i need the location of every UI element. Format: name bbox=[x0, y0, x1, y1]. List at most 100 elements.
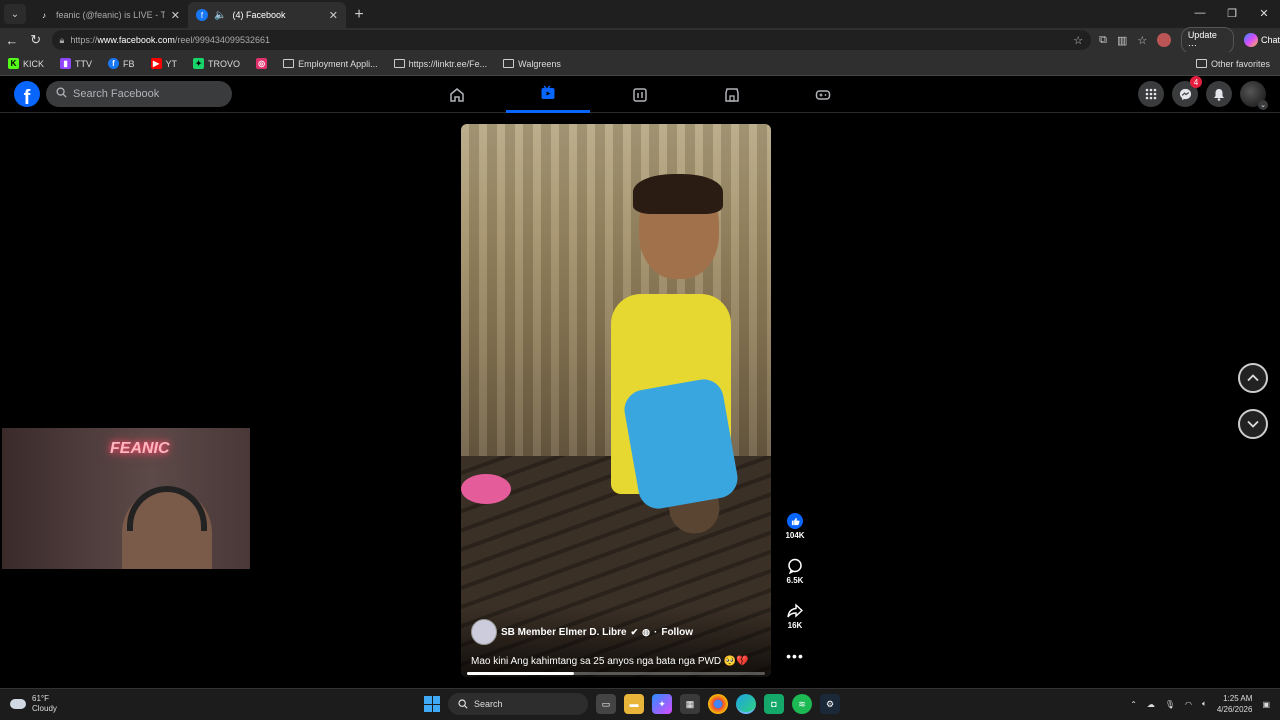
profile-avatar[interactable] bbox=[1157, 33, 1171, 47]
author-avatar[interactable] bbox=[471, 619, 497, 645]
copilot-chat-button[interactable]: Chat bbox=[1244, 33, 1280, 47]
bookmark-yt[interactable]: ▶ YT bbox=[150, 58, 177, 69]
tab-facebook[interactable]: f 🔈 (4) Facebook ✕ bbox=[188, 2, 346, 28]
nav-gaming[interactable] bbox=[781, 76, 865, 113]
bookmark-walgreens[interactable]: Walgreens bbox=[503, 59, 561, 69]
menu-button[interactable] bbox=[1138, 81, 1164, 107]
task-view-icon[interactable]: ▭ bbox=[596, 694, 616, 714]
video-icon bbox=[541, 85, 555, 99]
follow-button[interactable]: Follow bbox=[661, 627, 693, 638]
previous-reel-button[interactable] bbox=[1238, 363, 1268, 393]
neon-sign: FEANIC bbox=[110, 440, 170, 457]
refresh-icon[interactable]: ↻ bbox=[24, 32, 48, 48]
notification-icon[interactable]: ▣ bbox=[1262, 700, 1270, 709]
new-tab-button[interactable]: + bbox=[346, 2, 372, 28]
share-icon bbox=[787, 603, 803, 618]
steam-icon[interactable]: ⚙ bbox=[820, 694, 840, 714]
windows-start-icon[interactable] bbox=[424, 696, 440, 712]
nav-video[interactable] bbox=[506, 76, 590, 113]
back-icon[interactable]: ← bbox=[0, 33, 24, 48]
reel-caption: Mao kini Ang kahimtang sa 25 anyos nga b… bbox=[471, 656, 749, 667]
grid-menu-icon bbox=[1145, 88, 1157, 100]
streaming-app-icon[interactable]: ◘ bbox=[764, 694, 784, 714]
taskbar-apps: Search ▭ ▬ ✦ ▦ ◘ ≋ ⚙ bbox=[424, 693, 840, 715]
trovo-icon: ✦ bbox=[193, 58, 205, 69]
weather-widget[interactable]: 61°F Cloudy bbox=[10, 694, 57, 714]
video-progress-fill bbox=[467, 672, 575, 675]
notifications-button[interactable] bbox=[1206, 81, 1232, 107]
search-icon bbox=[56, 87, 67, 101]
bookmark-employment[interactable]: Employment Appli... bbox=[283, 59, 378, 69]
address-bar[interactable]: 🔒︎ https://www.facebook.com/reel/9994340… bbox=[51, 30, 1092, 50]
tab-tiktok[interactable]: ♪ feanic (@feanic) is LIVE - TikTok LI ✕ bbox=[30, 2, 188, 28]
bookmark-fb[interactable]: f FB bbox=[108, 58, 135, 69]
nav-feeds[interactable] bbox=[598, 76, 682, 113]
speaker-icon[interactable]: 🔈 bbox=[214, 10, 226, 21]
tab-actions-menu-button[interactable]: ⌄ bbox=[4, 4, 26, 24]
chrome-icon[interactable] bbox=[708, 694, 728, 714]
gaming-icon bbox=[815, 89, 831, 100]
favorite-star-icon[interactable]: ☆ bbox=[1073, 34, 1083, 47]
account-avatar[interactable]: ⌄ bbox=[1240, 81, 1268, 110]
onedrive-icon[interactable]: ☁ bbox=[1147, 700, 1155, 709]
chevron-down-icon bbox=[1247, 420, 1259, 428]
close-tab-icon[interactable]: ✕ bbox=[329, 9, 338, 22]
tiktok-icon: ♪ bbox=[42, 10, 46, 20]
address-toolbar: ← ↻ 🔒︎ https://www.facebook.com/reel/999… bbox=[0, 26, 1280, 54]
search-icon bbox=[458, 699, 468, 709]
bookmark-instagram[interactable]: ◎ bbox=[256, 58, 268, 69]
split-screen-icon[interactable]: ▥ bbox=[1117, 34, 1127, 47]
store-icon[interactable]: ▦ bbox=[680, 694, 700, 714]
spotify-icon[interactable]: ≋ bbox=[792, 694, 812, 714]
system-tray: ⌃ ☁ 🎙︎ ◠ 🔈︎ 1:25 AM 4/26/2026 ▣ bbox=[1130, 693, 1270, 715]
copilot-app-icon[interactable]: ✦ bbox=[652, 694, 672, 714]
video-progress-bar[interactable] bbox=[467, 672, 765, 675]
headset-shape bbox=[127, 486, 207, 531]
messenger-badge: 4 bbox=[1190, 76, 1202, 88]
video-scene-object bbox=[461, 474, 511, 504]
more-options-icon[interactable]: ••• bbox=[786, 648, 804, 664]
edge-icon[interactable] bbox=[736, 694, 756, 714]
volume-icon[interactable]: 🔈︎ bbox=[1202, 699, 1207, 709]
share-action[interactable]: 16K bbox=[787, 603, 803, 630]
bookmark-linktree[interactable]: https://linktr.ee/Fe... bbox=[393, 59, 487, 69]
nav-marketplace[interactable] bbox=[690, 76, 774, 113]
bookmark-trovo[interactable]: ✦ TROVO bbox=[193, 58, 240, 69]
clock[interactable]: 1:25 AM 4/26/2026 bbox=[1217, 693, 1253, 715]
other-favorites[interactable]: Other favorites bbox=[1195, 59, 1270, 69]
close-tab-icon[interactable]: ✕ bbox=[171, 9, 180, 22]
chevron-up-icon[interactable]: ⌃ bbox=[1130, 700, 1137, 709]
bookmark-ttv[interactable]: ▮ TTV bbox=[60, 58, 92, 69]
minimize-icon[interactable]: — bbox=[1184, 0, 1216, 26]
file-explorer-icon[interactable]: ▬ bbox=[624, 694, 644, 714]
author-name[interactable]: SB Member Elmer D. Libre bbox=[501, 627, 627, 638]
search-input[interactable] bbox=[73, 88, 223, 100]
search-box[interactable] bbox=[46, 81, 232, 107]
next-reel-button[interactable] bbox=[1238, 409, 1268, 439]
folder-icon bbox=[503, 59, 515, 68]
messenger-button[interactable]: 4 bbox=[1172, 76, 1202, 107]
messenger-icon bbox=[1179, 88, 1191, 100]
update-button[interactable]: Update ⋯ bbox=[1180, 26, 1234, 54]
reel-video[interactable]: SB Member Elmer D. Libre ✔ ◍ · Follow Ma… bbox=[461, 124, 771, 677]
restore-icon[interactable]: ❐ bbox=[1216, 0, 1248, 26]
favorites-icon[interactable]: ☆ bbox=[1137, 34, 1147, 47]
video-scene-hair bbox=[633, 174, 723, 214]
tab-title: feanic (@feanic) is LIVE - TikTok LI bbox=[56, 10, 165, 20]
like-action[interactable]: 104K bbox=[785, 513, 805, 540]
facebook-icon: f bbox=[108, 58, 120, 69]
extensions-icon[interactable]: ⧉ bbox=[1099, 34, 1107, 47]
bookmark-kick[interactable]: K KICK bbox=[8, 58, 44, 69]
like-count: 104K bbox=[785, 531, 805, 540]
facebook-logo[interactable]: f bbox=[14, 81, 40, 107]
close-window-icon[interactable]: ✕ bbox=[1248, 0, 1280, 26]
separator-dot: · bbox=[654, 626, 658, 638]
instagram-icon: ◎ bbox=[256, 58, 268, 69]
taskbar-search[interactable]: Search bbox=[448, 693, 588, 715]
nav-home[interactable] bbox=[415, 76, 499, 113]
wifi-icon[interactable]: ◠ bbox=[1185, 700, 1192, 709]
feeds-icon bbox=[633, 87, 647, 102]
microphone-icon[interactable]: 🎙︎ bbox=[1165, 700, 1175, 709]
comment-action[interactable]: 6.5K bbox=[787, 558, 803, 585]
verified-icon: ✔ bbox=[630, 626, 639, 637]
